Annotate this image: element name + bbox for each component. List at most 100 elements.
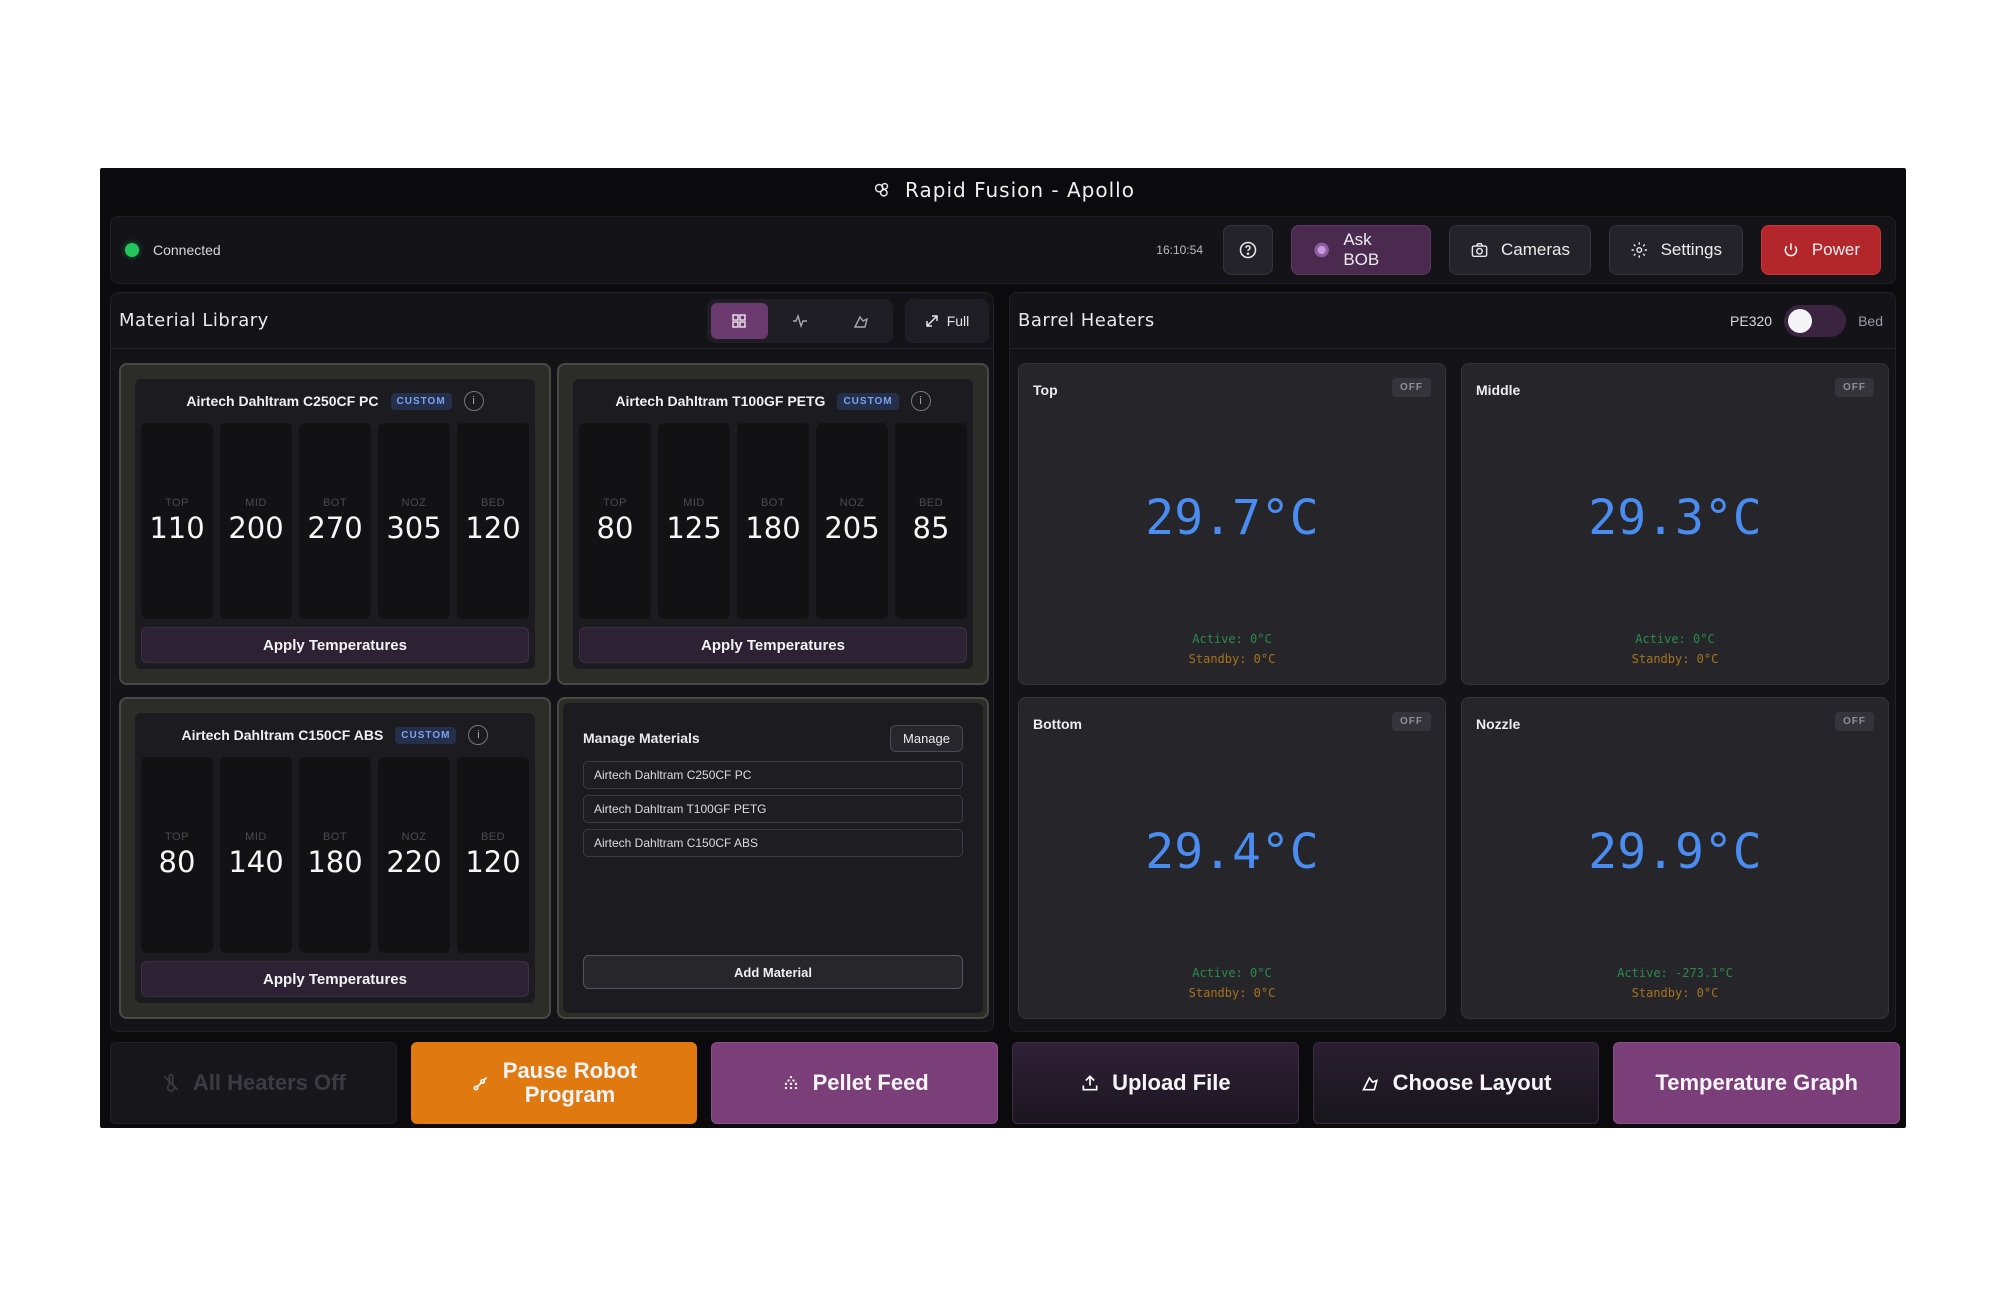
question-circle-icon (1239, 241, 1257, 259)
temp-column-bed[interactable]: BED 85 (895, 423, 967, 619)
material-card-header: Airtech Dahltram C250CF PC CUSTOM i (135, 379, 535, 419)
layout-icon (853, 315, 868, 328)
cameras-button[interactable]: Cameras (1449, 225, 1591, 275)
heater-card-nozzle[interactable]: Nozzle OFF 29.9°C Active: -273.1°C Stand… (1461, 697, 1889, 1019)
column-label: NOZ (401, 831, 427, 843)
choose-layout-button[interactable]: Choose Layout (1312, 1042, 1600, 1124)
temp-column-top[interactable]: TOP 80 (579, 423, 651, 619)
layout-view-button[interactable] (832, 303, 889, 339)
activity-view-button[interactable] (772, 303, 829, 339)
pause-label-line2: Program (524, 1082, 616, 1107)
heater-active: Active: 0°C (1635, 632, 1715, 646)
column-value: 140 (228, 845, 284, 879)
toggle-left-label: PE320 (1730, 313, 1773, 329)
temp-column-noz[interactable]: NOZ 220 (378, 757, 450, 953)
layout-icon (1361, 1076, 1378, 1091)
temperature-graph-button[interactable]: Temperature Graph (1613, 1042, 1901, 1124)
heater-card-middle[interactable]: Middle OFF 29.3°C Active: 0°C Standby: 0… (1461, 363, 1889, 685)
pellet-feed-button[interactable]: Pellet Feed (711, 1042, 999, 1124)
all-heaters-off-button[interactable]: All Heaters Off (110, 1042, 397, 1124)
help-button[interactable] (1223, 225, 1273, 275)
manage-materials-title: Manage Materials (583, 730, 700, 746)
material-name: Airtech Dahltram T100GF PETG (615, 393, 826, 409)
pause-robot-program-button[interactable]: Pause Robot Program (410, 1042, 698, 1124)
temp-column-bot[interactable]: BOT 270 (299, 423, 371, 619)
list-item[interactable]: Airtech Dahltram C250CF PC (583, 761, 963, 789)
column-value: 120 (465, 845, 521, 879)
temp-column-top[interactable]: TOP 80 (141, 757, 213, 953)
toggle-switch[interactable] (1784, 305, 1847, 337)
column-label: TOP (165, 497, 189, 509)
ask-bob-button[interactable]: Ask BOB (1291, 225, 1431, 275)
upload-file-button[interactable]: Upload File (1012, 1042, 1299, 1124)
column-value: 305 (386, 511, 442, 545)
manage-materials-body: Manage Materials Manage Airtech Dahltram… (563, 703, 983, 1013)
bottom-action-bar: All Heaters Off Pause Robot Program Pell… (110, 1042, 1901, 1124)
temp-column-bot[interactable]: BOT 180 (299, 757, 371, 953)
column-value: 125 (666, 511, 722, 545)
custom-badge: CUSTOM (395, 726, 457, 744)
pause-robot-program-label: Pause Robot Program (502, 1057, 638, 1107)
power-label: Power (1811, 240, 1860, 259)
grid-view-button[interactable] (711, 303, 768, 339)
choose-layout-label: Choose Layout (1392, 1069, 1552, 1095)
material-library-title: Material Library (119, 310, 269, 331)
info-icon[interactable]: i (468, 725, 489, 745)
heater-active: Active: 0°C (1192, 632, 1272, 646)
material-card-header: Airtech Dahltram T100GF PETG CUSTOM i (573, 379, 973, 419)
thermometer-off-icon (163, 1073, 179, 1092)
heater-state-badge: OFF (1835, 712, 1874, 731)
top-toolbar: Connected 16:10:54 Ask BOB Cameras Setti… (110, 216, 1896, 284)
temp-column-mid[interactable]: MID 200 (220, 423, 292, 619)
temp-column-noz[interactable]: NOZ 305 (378, 423, 450, 619)
temp-column-mid[interactable]: MID 140 (220, 757, 292, 953)
heater-temperature: 29.4°C (1145, 824, 1319, 880)
pause-label-line1: Pause Robot (502, 1057, 638, 1083)
temp-column-noz[interactable]: NOZ 205 (816, 423, 888, 619)
apply-temperatures-button[interactable]: Apply Temperatures (141, 961, 529, 997)
heater-name: Top (1033, 382, 1058, 398)
toggle-right-label: Bed (1858, 313, 1883, 329)
column-value: 110 (149, 511, 205, 545)
heater-card-bottom[interactable]: Bottom OFF 29.4°C Active: 0°C Standby: 0… (1018, 697, 1446, 1019)
info-icon[interactable]: i (463, 391, 484, 411)
info-icon[interactable]: i (910, 391, 931, 411)
column-label: TOP (165, 831, 189, 843)
barrel-heaters-panel: Barrel Heaters PE320 Bed Top OFF 29.7°C … (1009, 292, 1896, 1032)
temp-column-bot[interactable]: BOT 180 (737, 423, 809, 619)
heater-standby: Standby: 0°C (1188, 986, 1276, 1000)
manage-button[interactable]: Manage (890, 724, 963, 752)
add-material-button[interactable]: Add Material (583, 955, 963, 989)
pellet-feed-label: Pellet Feed (812, 1069, 929, 1095)
temp-column-bed[interactable]: BED 120 (457, 757, 529, 953)
all-heaters-off-label: All Heaters Off (192, 1069, 346, 1095)
list-item[interactable]: Airtech Dahltram C150CF ABS (583, 829, 963, 857)
apply-temperatures-button[interactable]: Apply Temperatures (141, 627, 529, 663)
pellets-icon (784, 1076, 797, 1090)
clock: 16:10:54 (1156, 243, 1203, 257)
column-label: BOT (322, 831, 348, 843)
column-value: 85 (912, 511, 950, 545)
heater-name: Middle (1476, 382, 1521, 398)
heater-card-top[interactable]: Top OFF 29.7°C Active: 0°C Standby: 0°C (1018, 363, 1446, 685)
apply-temperatures-button[interactable]: Apply Temperatures (579, 627, 967, 663)
column-label: NOZ (401, 497, 427, 509)
temp-column-bed[interactable]: BED 120 (457, 423, 529, 619)
temp-column-mid[interactable]: MID 125 (658, 423, 730, 619)
temp-column-top[interactable]: TOP 110 (141, 423, 213, 619)
settings-button[interactable]: Settings (1609, 225, 1743, 275)
heater-state-badge: OFF (1392, 378, 1431, 397)
column-value: 180 (745, 511, 801, 545)
list-item[interactable]: Airtech Dahltram T100GF PETG (583, 795, 963, 823)
material-library-panel: Material Library Full Airtech Dahltram C… (110, 292, 994, 1032)
heater-name: Bottom (1033, 716, 1082, 732)
full-screen-button[interactable]: Full (905, 299, 989, 343)
barrel-heaters-header: Barrel Heaters PE320 Bed (1010, 293, 1895, 349)
heater-state-badge: OFF (1835, 378, 1874, 397)
power-button[interactable]: Power (1761, 225, 1881, 275)
upload-icon (1082, 1075, 1098, 1091)
heater-standby: Standby: 0°C (1188, 652, 1276, 666)
heater-standby: Standby: 0°C (1631, 652, 1719, 666)
temperature-columns: TOP 110 MID 200 BOT 270 NOZ 305 BED 120 (141, 423, 529, 619)
material-card-body: Airtech Dahltram C250CF PC CUSTOM i TOP 1… (135, 379, 535, 669)
